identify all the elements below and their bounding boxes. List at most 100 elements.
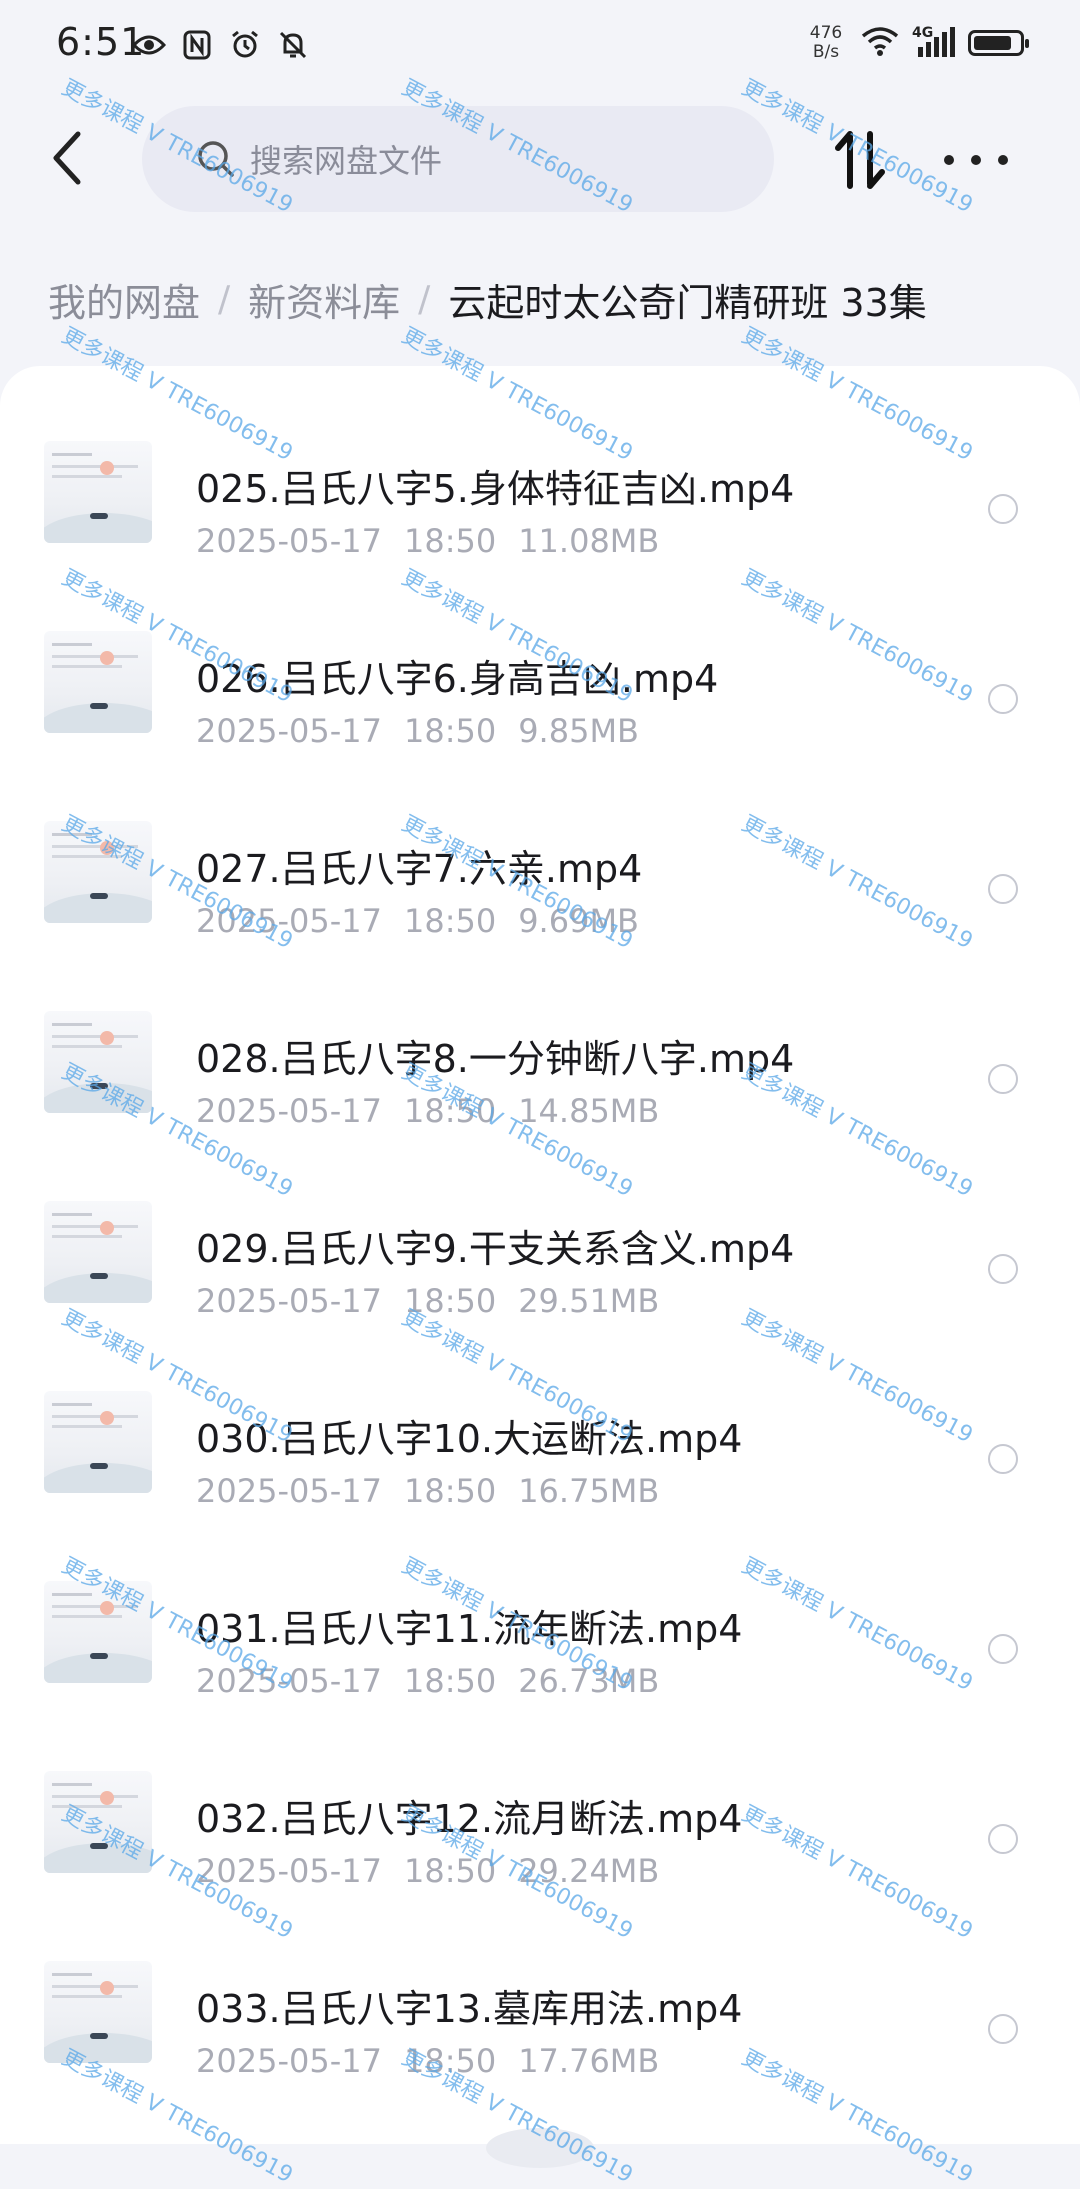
select-checkbox[interactable]: [988, 1634, 1018, 1664]
breadcrumb-item-current: 云起时太公奇门精研班 33集: [448, 281, 927, 325]
select-checkbox[interactable]: [988, 1444, 1018, 1474]
file-time: 18:50: [403, 902, 497, 940]
file-date: 2025-05-17: [196, 1282, 382, 1320]
file-name: 029.吕氏八字9.干支关系含义.mp4: [196, 1227, 795, 1271]
video-thumbnail: [44, 1581, 152, 1683]
file-size: 9.69MB: [518, 902, 639, 940]
alarm-icon: [228, 28, 262, 62]
file-name: 030.吕氏八字10.大运断法.mp4: [196, 1417, 743, 1461]
select-checkbox[interactable]: [988, 1254, 1018, 1284]
battery-icon: [968, 30, 1029, 56]
file-meta: 2025-05-17 18:50 17.76MB: [196, 2042, 659, 2080]
file-time: 18:50: [403, 1282, 497, 1320]
breadcrumb-separator: /: [218, 279, 231, 320]
file-date: 2025-05-17: [196, 902, 382, 940]
file-row[interactable]: 026.吕氏八字6.身高吉凶.mp4 2025-05-17 18:50 9.85MB: [0, 602, 1080, 792]
status-bar: 6:51 476 B/s 4G: [0, 0, 1080, 90]
sort-arrows-icon: [835, 131, 885, 189]
file-size: 11.08MB: [518, 522, 660, 560]
file-row[interactable]: 029.吕氏八字9.干支关系含义.mp4 2025-05-17 18:50 29.51…: [0, 1172, 1080, 1362]
breadcrumb-item-library[interactable]: 新资料库: [248, 272, 400, 327]
file-time: 18:50: [403, 1852, 497, 1890]
video-thumbnail: [44, 1201, 152, 1303]
file-size: 26.73MB: [518, 1662, 660, 1700]
file-date: 2025-05-17: [196, 1662, 382, 1700]
select-checkbox[interactable]: [988, 494, 1018, 524]
back-button[interactable]: [40, 126, 96, 190]
select-checkbox[interactable]: [988, 1064, 1018, 1094]
file-row[interactable]: 030.吕氏八字10.大运断法.mp4 2025-05-17 18:50 16.75M…: [0, 1362, 1080, 1552]
video-thumbnail: [44, 1961, 152, 2063]
file-size: 9.85MB: [518, 712, 639, 750]
file-meta: 2025-05-17 18:50 29.51MB: [196, 1282, 659, 1320]
file-time: 18:50: [403, 1662, 497, 1700]
file-meta: 2025-05-17 18:50 11.08MB: [196, 522, 659, 560]
file-name: 033.吕氏八字13.墓库用法.mp4: [196, 1987, 743, 2031]
video-thumbnail: [44, 631, 152, 733]
file-meta: 2025-05-17 18:50 26.73MB: [196, 1662, 659, 1700]
video-thumbnail: [44, 1011, 152, 1113]
breadcrumb: 我的网盘 / 新资料库 / 云起时太公奇门精研班 33集: [48, 272, 927, 327]
search-input[interactable]: 搜索网盘文件: [142, 106, 774, 212]
more-dot: [971, 155, 981, 165]
eye-icon: [132, 28, 166, 62]
search-placeholder: 搜索网盘文件: [250, 142, 443, 180]
search-icon: [198, 141, 234, 177]
select-checkbox[interactable]: [988, 1824, 1018, 1854]
net-speed-value: 476: [809, 23, 843, 43]
file-row[interactable]: 033.吕氏八字13.墓库用法.mp4 2025-05-17 18:50 17.76M…: [0, 1932, 1080, 2122]
file-size: 16.75MB: [518, 1472, 660, 1510]
file-size: 29.24MB: [518, 1852, 660, 1890]
file-meta: 2025-05-17 18:50 29.24MB: [196, 1852, 659, 1890]
select-checkbox[interactable]: [988, 684, 1018, 714]
file-meta: 2025-05-17 18:50 14.85MB: [196, 1092, 659, 1130]
chevron-left-icon: [53, 131, 81, 185]
nfc-icon: [180, 28, 214, 62]
file-date: 2025-05-17: [196, 2042, 382, 2080]
select-checkbox[interactable]: [988, 2014, 1018, 2044]
video-thumbnail: [44, 821, 152, 923]
file-time: 18:50: [403, 1472, 497, 1510]
file-size: 29.51MB: [518, 1282, 660, 1320]
file-meta: 2025-05-17 18:50 9.85MB: [196, 712, 639, 750]
file-row[interactable]: 028.吕氏八字8.一分钟断八字.mp4 2025-05-17 18:50 14.85…: [0, 982, 1080, 1172]
file-name: 027.吕氏八字7.六亲.mp4: [196, 847, 643, 891]
breadcrumb-item-my-drive[interactable]: 我的网盘: [48, 272, 200, 327]
file-name: 032.吕氏八字12.流月断法.mp4: [196, 1797, 743, 1841]
file-row[interactable]: 027.吕氏八字7.六亲.mp4 2025-05-17 18:50 9.69MB: [0, 792, 1080, 982]
battery-fill: [974, 36, 1011, 50]
video-thumbnail: [44, 1391, 152, 1493]
file-time: 18:50: [403, 712, 497, 750]
sort-button[interactable]: [830, 128, 890, 192]
more-dot: [998, 155, 1008, 165]
net-speed: 476 B/s: [804, 24, 848, 62]
status-right: 476 B/s 4G: [804, 24, 1029, 62]
file-name: 031.吕氏八字11.流年断法.mp4: [196, 1607, 743, 1651]
file-size: 14.85MB: [518, 1092, 660, 1130]
file-date: 2025-05-17: [196, 1092, 382, 1130]
file-date: 2025-05-17: [196, 1852, 382, 1890]
more-options-button[interactable]: [944, 140, 1008, 180]
floating-button-edge[interactable]: [486, 2128, 594, 2168]
file-date: 2025-05-17: [196, 522, 382, 560]
file-meta: 2025-05-17 18:50 9.69MB: [196, 902, 639, 940]
video-thumbnail: [44, 441, 152, 543]
file-time: 18:50: [403, 2042, 497, 2080]
signal-icon: 4G: [912, 25, 956, 59]
file-row[interactable]: 032.吕氏八字12.流月断法.mp4 2025-05-17 18:50 29.24M…: [0, 1742, 1080, 1932]
file-row[interactable]: 031.吕氏八字11.流年断法.mp4 2025-05-17 18:50 26.73M…: [0, 1552, 1080, 1742]
file-row[interactable]: 025.吕氏八字5.身体特征吉凶.mp4 2025-05-17 18:50 11.08…: [0, 412, 1080, 602]
mute-bell-icon: [276, 28, 310, 62]
file-time: 18:50: [403, 1092, 497, 1130]
file-name: 028.吕氏八字8.一分钟断八字.mp4: [196, 1037, 795, 1081]
file-date: 2025-05-17: [196, 712, 382, 750]
more-dot: [944, 155, 954, 165]
breadcrumb-separator: /: [418, 279, 431, 320]
file-list: 025.吕氏八字5.身体特征吉凶.mp4 2025-05-17 18:50 11.08…: [0, 366, 1080, 2144]
file-size: 17.76MB: [518, 2042, 660, 2080]
wifi-icon: [860, 26, 900, 60]
video-thumbnail: [44, 1771, 152, 1873]
file-meta: 2025-05-17 18:50 16.75MB: [196, 1472, 659, 1510]
select-checkbox[interactable]: [988, 874, 1018, 904]
net-speed-unit: B/s: [812, 42, 840, 62]
